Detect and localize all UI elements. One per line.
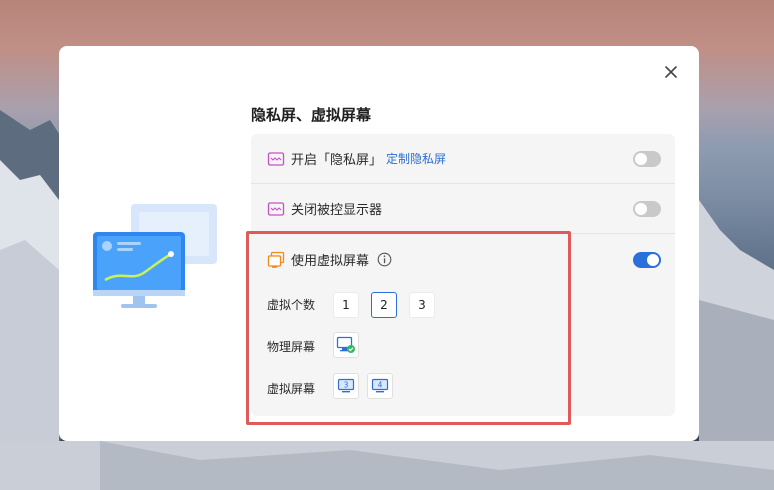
toggle-knob bbox=[647, 254, 659, 266]
privacy-screen-toggle[interactable] bbox=[633, 151, 661, 167]
privacy-screen-icon bbox=[267, 150, 285, 168]
virtual-screen-illustration bbox=[93, 204, 217, 308]
info-icon[interactable] bbox=[377, 252, 392, 267]
close-monitor-toggle[interactable] bbox=[633, 201, 661, 217]
close-monitor-row: 关闭被控显示器 bbox=[251, 184, 675, 234]
privacy-screen-label: 开启「隐私屏」 bbox=[291, 153, 383, 168]
close-button[interactable] bbox=[661, 62, 681, 82]
monitor-icon: 4 bbox=[371, 378, 389, 393]
virtual-screen-row: 使用虚拟屏幕 bbox=[267, 250, 392, 269]
privacy-screen-row: 开启「隐私屏」 定制隐私屏 bbox=[251, 134, 675, 184]
physical-screen-button[interactable] bbox=[333, 332, 359, 358]
virtual-screen-label: 使用虚拟屏幕 bbox=[291, 254, 370, 269]
count-option-3[interactable]: 3 bbox=[409, 292, 435, 318]
virtual-screen-icon bbox=[267, 251, 285, 269]
close-monitor-label: 关闭被控显示器 bbox=[291, 203, 383, 218]
count-option-2[interactable]: 2 bbox=[371, 292, 397, 318]
virtual-screen-3-number: 3 bbox=[344, 381, 349, 390]
physical-screen-label: 物理屏幕 bbox=[267, 340, 316, 354]
settings-panel: 开启「隐私屏」 定制隐私屏 关闭被控显示器 使用虚拟屏幕 虚拟个数 物理屏幕 虚… bbox=[251, 134, 675, 416]
toggle-knob bbox=[635, 153, 647, 165]
virtual-screen-4-button[interactable]: 4 bbox=[367, 373, 393, 399]
virtual-count-label: 虚拟个数 bbox=[267, 298, 316, 312]
section-title: 隐私屏、虚拟屏幕 bbox=[251, 106, 372, 124]
virtual-screen-3-button[interactable]: 3 bbox=[333, 373, 359, 399]
count-option-1[interactable]: 1 bbox=[333, 292, 359, 318]
customize-privacy-link[interactable]: 定制隐私屏 bbox=[386, 150, 446, 167]
toggle-knob bbox=[635, 203, 647, 215]
virtual-screen-4-number: 4 bbox=[378, 381, 383, 390]
close-icon bbox=[665, 66, 677, 78]
monitor-check-icon bbox=[336, 336, 355, 353]
virtual-screen-toggle[interactable] bbox=[633, 252, 661, 268]
monitor-off-icon bbox=[267, 200, 285, 218]
monitor-icon: 3 bbox=[337, 378, 355, 393]
virtual-screens-label: 虚拟屏幕 bbox=[267, 382, 316, 396]
